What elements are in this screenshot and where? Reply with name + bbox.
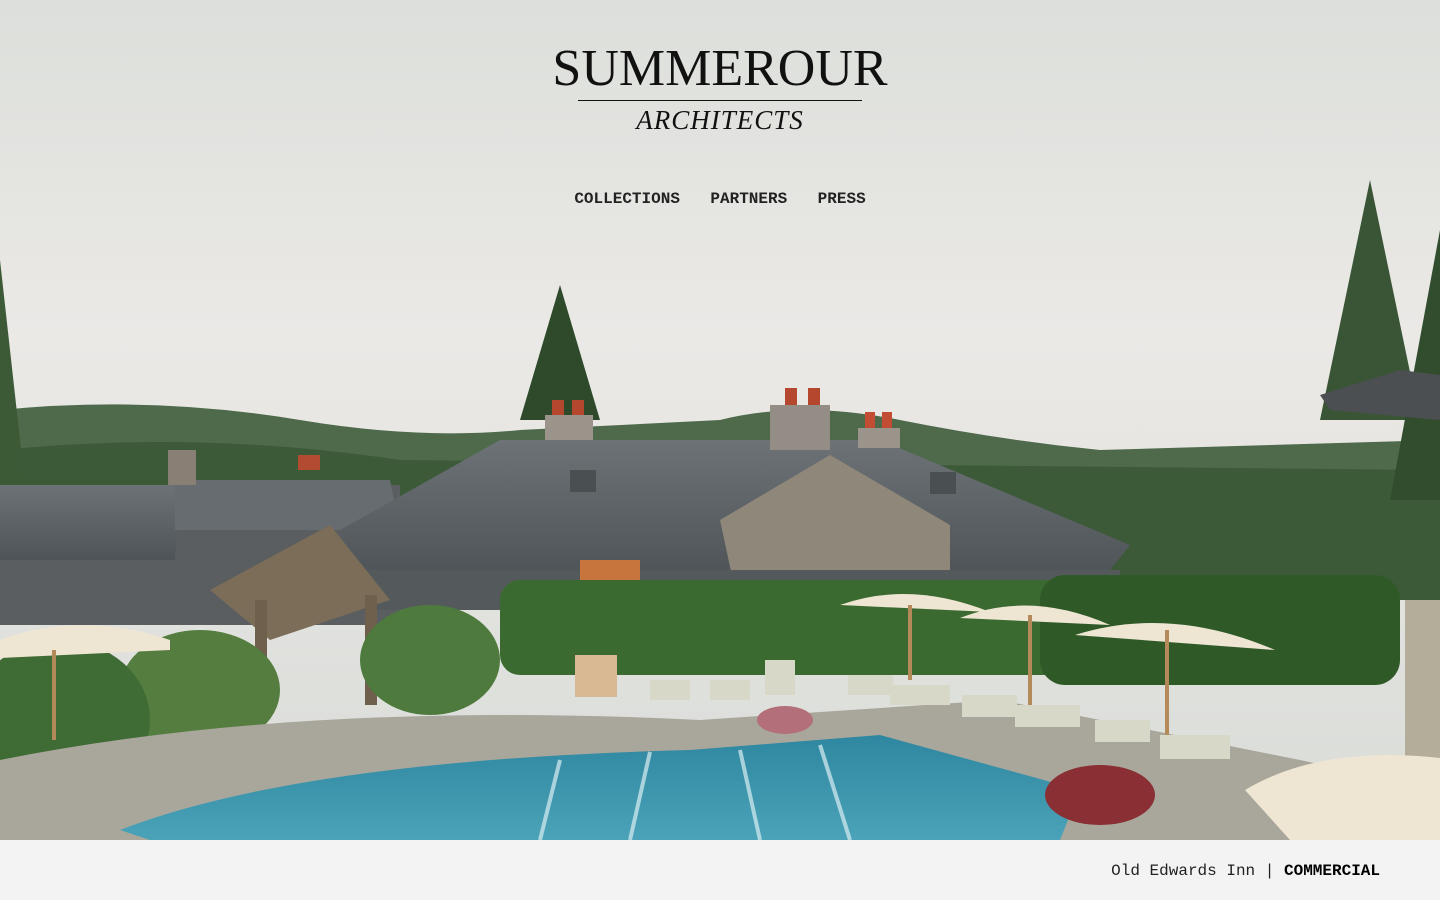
- nav-partners[interactable]: PARTNERS: [710, 190, 787, 208]
- project-name[interactable]: Old Edwards Inn: [1111, 862, 1255, 880]
- project-category[interactable]: COMMERCIAL: [1284, 862, 1380, 880]
- logo[interactable]: SUMMEROUR ARCHITECTS: [0, 40, 1440, 139]
- caption-separator: |: [1264, 862, 1275, 880]
- nav-collections[interactable]: COLLECTIONS: [574, 190, 680, 208]
- caption-bar: Old Edwards Inn | COMMERCIAL: [0, 840, 1440, 900]
- project-caption: Old Edwards Inn | COMMERCIAL: [1111, 862, 1380, 880]
- chimney: [545, 415, 593, 440]
- main-nav: COLLECTIONS PARTNERS PRESS: [0, 190, 1440, 208]
- stone-pillar: [1405, 600, 1440, 760]
- logo-subtitle: ARCHITECTS: [636, 105, 804, 135]
- nav-press[interactable]: PRESS: [818, 190, 866, 208]
- logo-title: SUMMEROUR: [552, 40, 888, 97]
- chimney: [858, 428, 900, 448]
